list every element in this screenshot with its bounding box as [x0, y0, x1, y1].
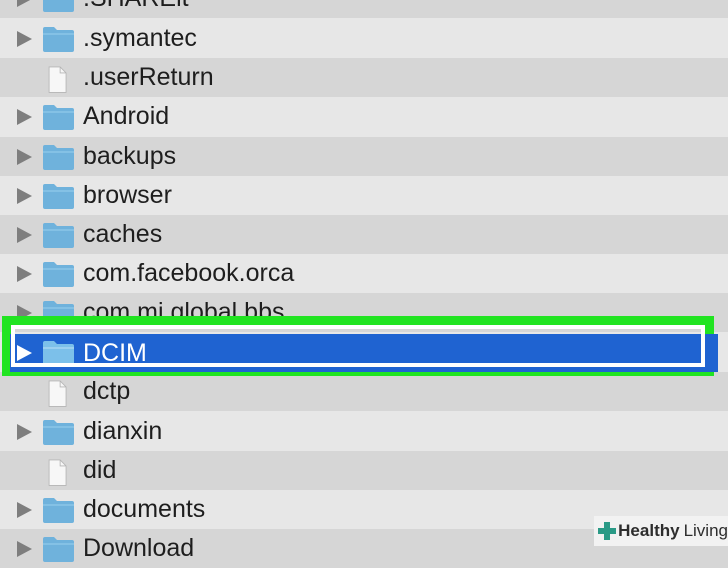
disclosure-triangle-icon[interactable]: [17, 226, 32, 243]
file-row-label: browser: [83, 181, 172, 210]
document-icon: [48, 380, 67, 407]
disclosure-triangle-icon[interactable]: [17, 423, 32, 440]
file-row-label: dctp: [83, 377, 131, 406]
file-row-label: .SHAREit: [83, 0, 189, 13]
healthy-living-cross-icon: [598, 522, 617, 540]
watermark: Healthy Living: [594, 516, 728, 546]
disclosure-triangle-icon[interactable]: [17, 540, 32, 557]
file-list: .SHAREit .symantec .userReturn Android b…: [0, 0, 728, 568]
file-row-android[interactable]: Android: [0, 97, 728, 136]
file-row-backups[interactable]: backups: [0, 137, 728, 177]
file-row-label: Download: [83, 534, 195, 563]
folder-icon: [43, 497, 74, 523]
folder-icon: [43, 26, 74, 52]
folder-icon: [43, 419, 74, 445]
disclosure-triangle-icon[interactable]: [17, 30, 32, 47]
disclosure-triangle-icon[interactable]: [17, 148, 32, 165]
file-row-label: Android: [83, 102, 170, 131]
disclosure-triangle-icon[interactable]: [17, 187, 32, 204]
disclosure-triangle-icon[interactable]: [17, 265, 32, 282]
file-row-com-facebook-orca[interactable]: com.facebook.orca: [0, 254, 728, 293]
file-row-label: did: [83, 456, 117, 485]
folder-icon: [43, 536, 74, 562]
folder-icon: [43, 144, 74, 170]
disclosure-triangle-icon[interactable]: [17, 108, 32, 125]
folder-icon: [43, 341, 74, 366]
folder-icon: [43, 261, 74, 287]
file-row-dianxin[interactable]: dianxin: [0, 412, 728, 451]
file-row-did[interactable]: did: [0, 451, 728, 491]
folder-icon: [43, 104, 74, 130]
file-row-userreturn[interactable]: .userReturn: [0, 58, 728, 98]
disclosure-triangle-icon[interactable]: [17, 345, 32, 361]
file-row-label: documents: [83, 495, 206, 524]
folder-icon: [43, 0, 74, 12]
file-row-caches[interactable]: caches: [0, 215, 728, 255]
document-icon: [48, 459, 67, 486]
file-row-browser[interactable]: browser: [0, 176, 728, 215]
disclosure-triangle-icon[interactable]: [17, 0, 32, 7]
folder-icon: [43, 183, 74, 209]
file-row-label: dianxin: [83, 417, 163, 446]
disclosure-triangle-icon[interactable]: [17, 501, 32, 518]
file-row-label: DCIM: [83, 338, 147, 367]
file-row-label: .userReturn: [83, 63, 214, 92]
file-row-symantec[interactable]: .symantec: [0, 19, 728, 58]
file-row-label: com.facebook.orca: [83, 259, 295, 288]
file-row-shareit[interactable]: .SHAREit: [0, 0, 728, 19]
file-row-dcim[interactable]: DCIM: [10, 334, 718, 372]
file-row-label: caches: [83, 220, 163, 249]
folder-icon: [43, 222, 74, 248]
file-row-label: backups: [83, 142, 177, 171]
file-row-label: .symantec: [83, 24, 197, 53]
file-row-dctp[interactable]: dctp: [0, 372, 728, 412]
watermark-brand-suffix: Living: [683, 521, 728, 540]
document-icon: [48, 66, 67, 93]
watermark-brand: Healthy: [618, 521, 680, 540]
